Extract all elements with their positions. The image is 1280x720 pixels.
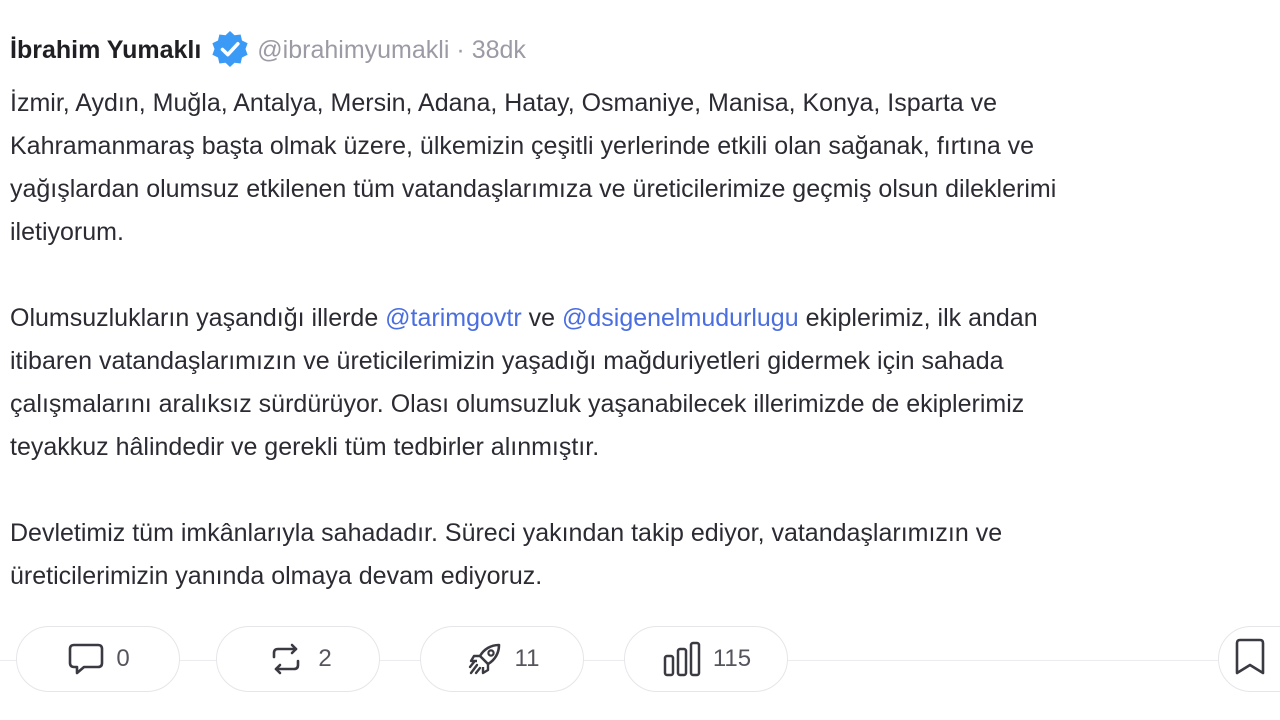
post-text: Olumsuzlukların yaşandığı illerde	[10, 304, 386, 332]
post-text: Kahramanmaraş başta olmak üzere, ülkemiz…	[10, 132, 1035, 160]
post-text: itibaren vatandaşlarımızın ve üreticiler…	[10, 347, 1004, 375]
post-text: teyakkuz hâlindedir ve gerekli tüm tedbi…	[10, 433, 600, 461]
reply-count: 0	[116, 645, 130, 672]
bookmark-icon	[1233, 637, 1267, 682]
post-text: üreticilerimizin yanında olmaya devam ed…	[10, 562, 543, 590]
views-button[interactable]: 115	[624, 626, 788, 692]
repost-icon	[264, 642, 308, 676]
rocket-icon	[465, 639, 505, 679]
repost-button[interactable]: 2	[216, 626, 380, 692]
post-text: Devletimiz tüm imkânlarıyla sahadadır. S…	[10, 519, 1003, 547]
post-text-line: iletiyorum.	[10, 211, 1280, 254]
post-text-line: teyakkuz hâlindedir ve gerekli tüm tedbi…	[10, 426, 1280, 469]
post-text-line: çalışmalarını aralıksız sürdürüyor. Olas…	[10, 383, 1280, 426]
reply-icon	[66, 641, 106, 677]
post-text: İzmir, Aydın, Muğla, Antalya, Mersin, Ad…	[10, 89, 998, 117]
post-text: çalışmalarını aralıksız sürdürüyor. Olas…	[10, 390, 1025, 418]
post-text-line: üreticilerimizin yanında olmaya devam ed…	[10, 555, 1280, 598]
post-text-line: yağışlardan olumsuz etkilenen tüm vatand…	[10, 168, 1280, 211]
author-name[interactable]: İbrahim Yumaklı	[10, 36, 201, 65]
post-text-line: Devletimiz tüm imkânlarıyla sahadadır. S…	[10, 512, 1280, 555]
boost-button[interactable]: 11	[420, 626, 584, 692]
verified-badge-icon	[209, 29, 251, 71]
post-text-line: Olumsuzlukların yaşandığı illerde @tarim…	[10, 297, 1280, 340]
author-handle[interactable]: @ibrahimyumakli	[257, 36, 449, 65]
bookmark-button[interactable]	[1218, 626, 1280, 692]
post-card: İbrahim Yumaklı @ibrahimyumakli · 38dk İ…	[0, 0, 1280, 720]
boost-count: 11	[514, 645, 540, 672]
post-text: iletiyorum.	[10, 218, 124, 246]
post-text-line: Kahramanmaraş başta olmak üzere, ülkemiz…	[10, 125, 1280, 168]
post-paragraph: Devletimiz tüm imkânlarıyla sahadadır. S…	[10, 512, 1280, 598]
post-timestamp[interactable]: 38dk	[472, 36, 526, 65]
post-body: İzmir, Aydın, Muğla, Antalya, Mersin, Ad…	[10, 82, 1280, 598]
mention-link[interactable]: @dsigenelmudurlugu	[562, 304, 799, 332]
repost-count: 2	[318, 645, 332, 672]
post-text: yağışlardan olumsuz etkilenen tüm vatand…	[10, 175, 1057, 203]
header-separator: ·	[456, 35, 465, 64]
post-text: ve	[521, 304, 562, 332]
post-paragraph: Olumsuzlukların yaşandığı illerde @tarim…	[10, 297, 1280, 469]
post-text-line: İzmir, Aydın, Muğla, Antalya, Mersin, Ad…	[10, 82, 1280, 125]
post-text-line: itibaren vatandaşlarımızın ve üreticiler…	[10, 340, 1280, 383]
mention-link[interactable]: @tarimgovtr	[385, 304, 522, 332]
bar-chart-icon	[661, 640, 703, 678]
post-header: İbrahim Yumaklı @ibrahimyumakli · 38dk	[10, 30, 526, 70]
post-text: ekiplerimiz, ilk andan	[798, 304, 1038, 332]
action-bar: 0 2 11 115	[0, 626, 1280, 694]
views-count: 115	[712, 645, 752, 672]
post-paragraph: İzmir, Aydın, Muğla, Antalya, Mersin, Ad…	[10, 82, 1280, 254]
reply-button[interactable]: 0	[16, 626, 180, 692]
